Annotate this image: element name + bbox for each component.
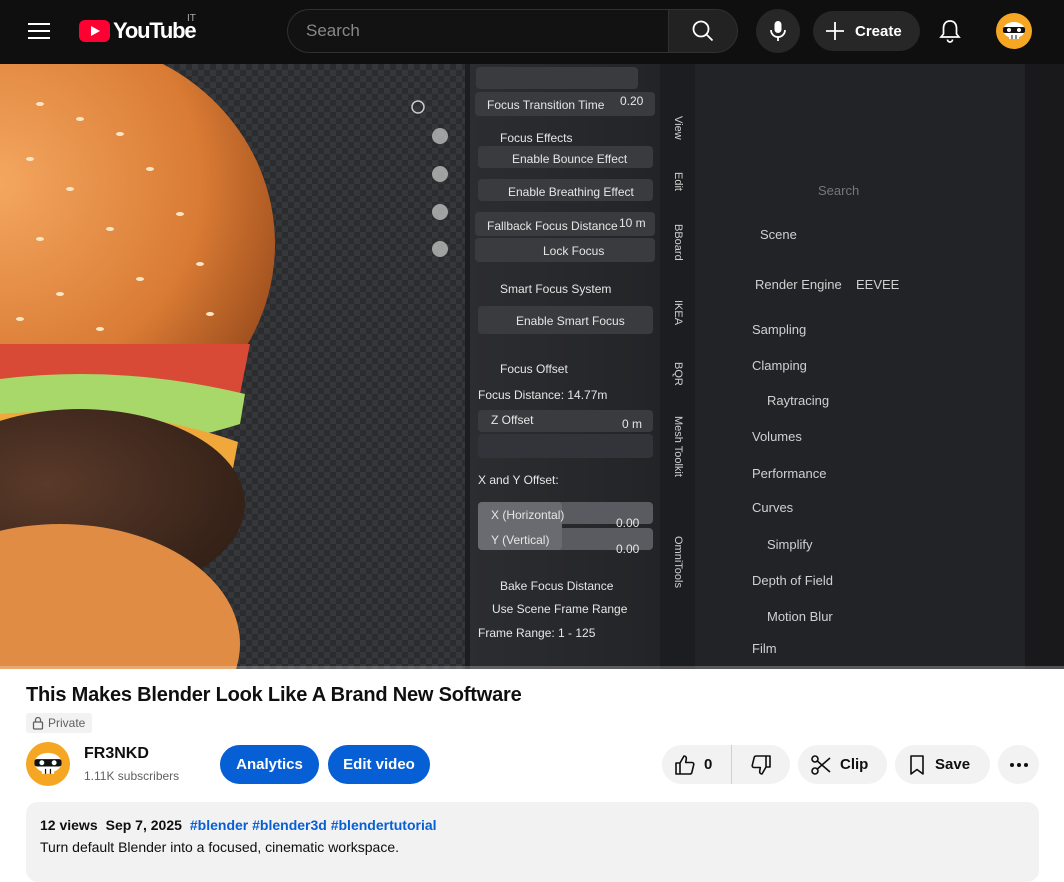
dislike-button[interactable] <box>732 745 790 784</box>
scissors-icon <box>811 754 831 775</box>
youtube-play-icon <box>79 20 110 42</box>
search-button[interactable] <box>668 9 738 53</box>
frame-tab: Mesh Toolkit <box>672 416 684 477</box>
skull-avatar-icon <box>34 752 62 774</box>
player-progress-bar[interactable] <box>0 666 1064 669</box>
save-label: Save <box>935 756 971 773</box>
guide-menu-button[interactable] <box>19 11 59 51</box>
plus-icon <box>826 22 844 40</box>
frame-section: Clamping <box>752 358 807 373</box>
search-input[interactable] <box>288 10 669 52</box>
frame-section: Performance <box>752 466 827 481</box>
frame-label: Focus Effects <box>500 131 573 145</box>
channel-avatar[interactable] <box>26 742 70 786</box>
masthead: YouTube IT Create <box>0 0 1064 64</box>
search-icon <box>692 20 714 42</box>
frame-label: Y (Vertical) <box>491 533 550 547</box>
logo-country-code: IT <box>187 13 196 24</box>
bell-icon <box>939 20 961 43</box>
frame-vertical-tabs: View Edit BBoard IKEA BQR Mesh Toolkit O… <box>672 104 692 664</box>
frame-tab: View <box>672 116 684 140</box>
notifications-button[interactable] <box>930 11 970 51</box>
frame-label: Bake Focus Distance <box>500 579 614 593</box>
frame-label: Focus Offset <box>500 362 568 376</box>
thumbs-up-icon <box>675 754 695 775</box>
frame-render-engine: Render Engine <box>755 277 842 292</box>
frame-label: Focus Distance: 14.77m <box>478 388 608 402</box>
youtube-logo-text: YouTube <box>113 18 197 43</box>
frame-tab: BQR <box>672 362 684 386</box>
frame-label: Frame Range: 1 - 125 <box>478 626 596 640</box>
frame-section: Motion Blur <box>767 609 833 624</box>
video-player[interactable]: Focus Transition Time 0.20 Focus Effects… <box>0 64 1064 669</box>
save-button[interactable]: Save <box>895 745 990 784</box>
microphone-icon <box>770 21 786 41</box>
create-label: Create <box>855 22 902 40</box>
frame-value: 0.20 <box>620 94 644 108</box>
skull-avatar-icon <box>1003 22 1025 39</box>
hashtags[interactable]: #blender #blender3d #blendertutorial <box>190 817 437 833</box>
lock-icon <box>32 716 44 730</box>
frame-label: Smart Focus System <box>500 282 612 296</box>
account-avatar[interactable] <box>996 13 1032 49</box>
like-count: 0 <box>704 756 713 773</box>
frame-label: Enable Smart Focus <box>516 314 625 328</box>
analytics-button[interactable]: Analytics <box>220 745 319 784</box>
frame-section: Raytracing <box>767 393 830 408</box>
publish-date: Sep 7, 2025 <box>105 817 182 833</box>
description-meta: 12 views Sep 7, 2025 #blender #blender3d… <box>40 817 1025 833</box>
frame-label: X (Horizontal) <box>491 508 565 522</box>
frame-section: Simplify <box>767 537 813 552</box>
frame-label: Focus Transition Time <box>487 98 605 112</box>
frame-label: Lock Focus <box>543 244 605 258</box>
frame-label: Z Offset <box>491 413 534 427</box>
youtube-logo[interactable]: YouTube <box>79 18 197 43</box>
frame-section: Curves <box>752 500 794 515</box>
search-box <box>287 9 669 53</box>
channel-name[interactable]: FR3NKD <box>84 745 149 763</box>
bookmark-icon <box>910 754 924 775</box>
frame-tab: IKEA <box>672 300 684 326</box>
voice-search-button[interactable] <box>756 9 800 53</box>
edit-video-button[interactable]: Edit video <box>328 745 430 784</box>
video-title: This Makes Blender Look Like A Brand New… <box>26 684 522 706</box>
frame-text-layer: Focus Transition Time 0.20 Focus Effects… <box>0 64 1064 669</box>
frame-search: Search <box>818 183 860 198</box>
description-box[interactable]: 12 views Sep 7, 2025 #blender #blender3d… <box>26 802 1039 882</box>
hamburger-menu-icon <box>28 23 50 39</box>
more-actions-button[interactable] <box>998 745 1039 784</box>
view-count: 12 views <box>40 817 98 833</box>
frame-label: Enable Bounce Effect <box>512 152 628 166</box>
frame-tab: Edit <box>672 172 684 191</box>
frame-properties-panel: Search Scene Render Engine EEVEE Samplin… <box>730 174 1020 664</box>
frame-label: Fallback Focus Distance <box>487 219 618 233</box>
clip-label: Clip <box>840 756 869 773</box>
frame-label: X and Y Offset: <box>478 473 559 487</box>
frame-value: 10 m <box>619 216 646 230</box>
frame-section: Volumes <box>752 429 802 444</box>
like-dislike-group: 0 <box>662 745 790 784</box>
frame-render-engine-value: EEVEE <box>856 277 900 292</box>
frame-value: 0 m <box>622 417 643 431</box>
frame-tab: OmniTools <box>672 536 684 588</box>
frame-value: 0.00 <box>616 542 640 556</box>
frame-section: Depth of Field <box>752 573 833 588</box>
privacy-label: Private <box>48 716 86 730</box>
frame-label: Enable Breathing Effect <box>508 185 634 199</box>
thumbs-down-icon <box>751 754 771 775</box>
description-text: Turn default Blender into a focused, cin… <box>40 839 400 855</box>
frame-value: 0.00 <box>616 516 640 530</box>
clip-button[interactable]: Clip <box>798 745 887 784</box>
privacy-badge: Private <box>26 713 93 733</box>
like-button[interactable]: 0 <box>662 745 732 784</box>
frame-scene: Scene <box>760 227 797 242</box>
frame-label: Use Scene Frame Range <box>492 602 628 616</box>
subscriber-count: 1.11K subscribers <box>84 769 180 783</box>
frame-section: Sampling <box>752 322 807 337</box>
frame-section: Film <box>752 641 777 656</box>
frame-tab: BBoard <box>672 224 684 261</box>
more-horizontal-icon <box>1009 762 1028 767</box>
create-button[interactable]: Create <box>813 11 920 51</box>
